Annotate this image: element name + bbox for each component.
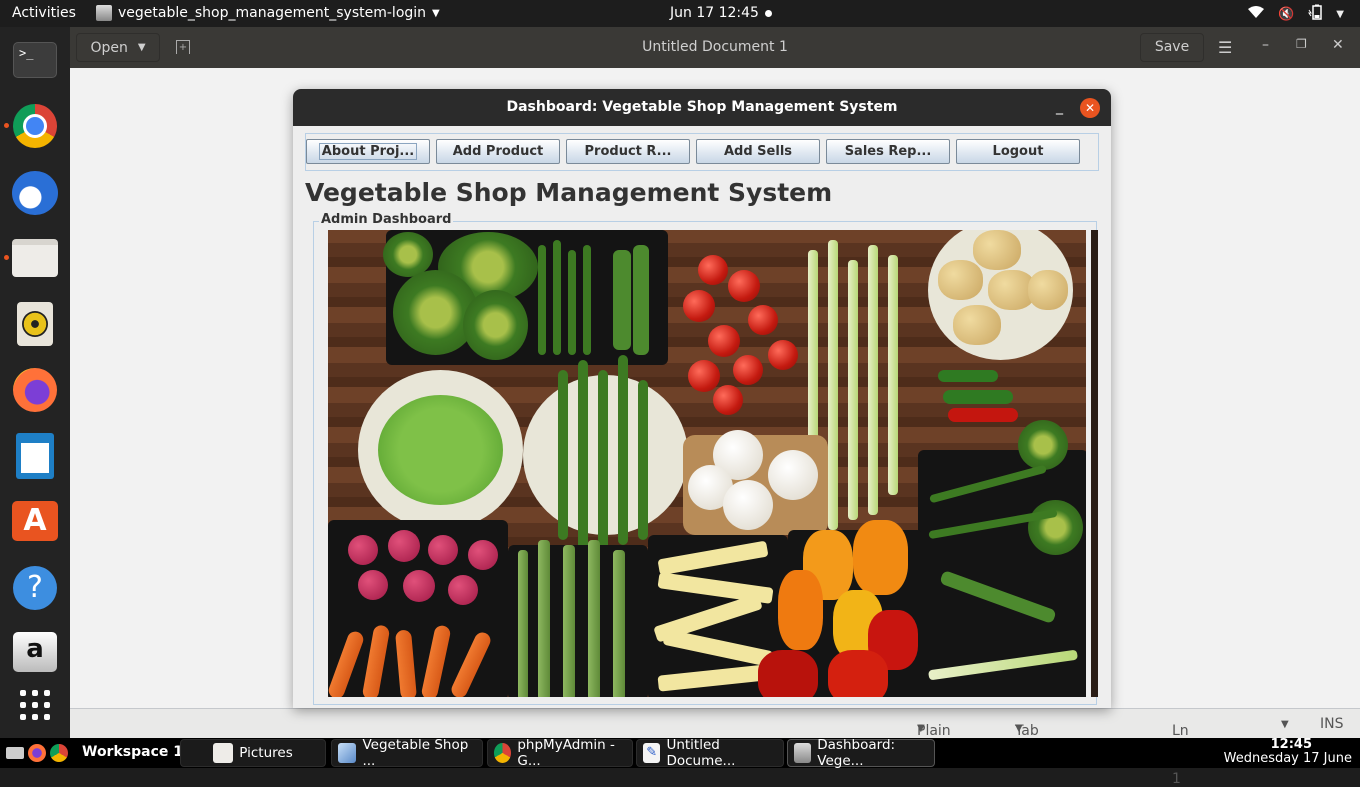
battery-icon (1308, 4, 1323, 24)
about-project-label: About Proj... (318, 143, 418, 160)
task-phpmyadmin[interactable]: phpMyAdmin - G... (487, 737, 633, 769)
folder-icon (213, 743, 234, 763)
about-project-button[interactable]: About Proj... (306, 139, 430, 164)
task-pictures[interactable]: Pictures (180, 739, 326, 767)
dock-item-amazon[interactable]: a (12, 629, 58, 675)
text-editor-icon: ✎ (643, 743, 661, 763)
dashboard-titlebar[interactable]: Dashboard: Vegetable Shop Management Sys… (293, 89, 1111, 126)
volume-muted-icon: 🔇 (1278, 6, 1295, 22)
java-app-icon (96, 5, 112, 21)
thunderbird-icon (12, 171, 58, 215)
clock-text: Jun 17 12:45 (670, 5, 759, 21)
system-tray[interactable]: 🔇 ▼ (1248, 4, 1344, 24)
dock-item-thunderbird[interactable] (12, 170, 58, 216)
firefox-icon[interactable] (28, 744, 46, 762)
dock-item-software[interactable]: A (12, 498, 58, 544)
app-menu[interactable]: vegetable_shop_management_system-login ▼ (96, 5, 440, 21)
dock-item-writer[interactable] (12, 433, 58, 479)
task-label: Vegetable Shop ... (362, 737, 469, 769)
activities-button[interactable]: Activities (12, 5, 76, 21)
amazon-icon: a (13, 632, 57, 672)
image-edge (1091, 230, 1098, 697)
show-applications-button[interactable] (12, 682, 58, 728)
dock-item-help[interactable]: ? (12, 565, 58, 611)
task-label: Untitled Docume... (666, 737, 736, 769)
gedit-statusbar: Plain Text ▼ Tab Width: 8 ▼ Ln 1, Col 1 … (70, 708, 1360, 787)
dock: >_ A ? a (0, 27, 70, 738)
writer-icon (16, 433, 54, 479)
dashboard-window: Dashboard: Vegetable Shop Management Sys… (293, 89, 1111, 708)
dock-item-firefox[interactable] (12, 367, 58, 413)
save-button[interactable]: Save (1140, 33, 1204, 62)
panel-title: Admin Dashboard (319, 212, 454, 227)
firefox-icon (13, 368, 57, 412)
add-product-button[interactable]: Add Product (436, 139, 560, 164)
maximize-icon[interactable]: ❐ (1296, 37, 1307, 51)
close-icon[interactable]: ✕ (1332, 37, 1344, 53)
show-desktop-icon[interactable] (6, 747, 24, 759)
task-label: Pictures (239, 745, 293, 761)
app-grid-icon (20, 690, 50, 720)
chevron-down-icon: ▼ (1015, 723, 1023, 734)
product-report-button[interactable]: Product R... (566, 139, 690, 164)
taskbar-date: Wednesday 17 June (1223, 751, 1352, 766)
dock-item-terminal[interactable]: >_ (12, 37, 58, 83)
system-menu-caret-icon: ▼ (1336, 8, 1344, 20)
java-app-icon (794, 743, 812, 763)
notification-dot-icon (764, 9, 772, 17)
vegetables-image (328, 230, 1086, 697)
chevron-down-icon: ▼ (432, 7, 440, 19)
dock-item-rhythmbox[interactable] (12, 301, 58, 347)
clock-button[interactable]: Jun 17 12:45 (670, 5, 772, 21)
page-title: Vegetable Shop Management System (305, 178, 833, 207)
running-indicator (4, 255, 9, 260)
software-store-icon: A (12, 501, 58, 541)
task-dashboard[interactable]: Dashboard: Vege... (787, 737, 935, 769)
nav-toolbar: About Proj... Add Product Product R... A… (305, 133, 1099, 171)
chrome-icon (494, 743, 512, 763)
logout-button[interactable]: Logout (956, 139, 1080, 164)
sales-report-button[interactable]: Sales Rep... (826, 139, 950, 164)
close-icon[interactable]: ✕ (1080, 98, 1100, 118)
netbeans-cube-icon (338, 743, 357, 763)
app-menu-label: vegetable_shop_management_system-login (118, 5, 427, 21)
minimize-icon[interactable]: _ (1056, 89, 1063, 126)
taskbar-launchers (6, 744, 68, 762)
terminal-icon: >_ (13, 42, 57, 78)
taskbar-clock[interactable]: 12:45 Wednesday 17 June (1224, 738, 1352, 766)
dock-item-files[interactable] (4, 235, 58, 281)
running-indicator (4, 123, 9, 128)
taskbar: Workspace 1 Pictures Vegetable Shop ... … (0, 737, 1360, 769)
dock-item-chrome[interactable] (4, 103, 58, 149)
chevron-down-icon[interactable]: ▼ (1281, 719, 1289, 730)
task-label: phpMyAdmin - G... (517, 737, 615, 769)
add-sells-button[interactable]: Add Sells (696, 139, 820, 164)
taskbar-time: 12:45 (1270, 737, 1312, 752)
files-icon (12, 239, 58, 277)
workspace-switcher[interactable]: Workspace 1 (82, 744, 183, 760)
minimize-icon[interactable]: – (1262, 37, 1269, 53)
chevron-down-icon: ▼ (917, 723, 925, 734)
top-bar: Activities vegetable_shop_management_sys… (0, 0, 1360, 27)
insert-mode: INS (1320, 716, 1344, 732)
task-label: Dashboard: Vege... (817, 737, 896, 769)
chrome-icon (13, 104, 57, 148)
gedit-headerbar: Open ▼ + Untitled Document 1 Save ☰ – ❐ … (70, 27, 1360, 68)
help-icon: ? (13, 566, 57, 610)
hamburger-menu-icon[interactable]: ☰ (1218, 38, 1232, 57)
rhythmbox-icon (17, 302, 53, 346)
chrome-icon[interactable] (50, 744, 68, 762)
task-vegetable-shop[interactable]: Vegetable Shop ... (331, 737, 483, 769)
window-title: Dashboard: Vegetable Shop Management Sys… (506, 99, 898, 115)
task-untitled-document[interactable]: ✎ Untitled Docume... (636, 737, 784, 769)
wifi-icon (1248, 5, 1265, 23)
